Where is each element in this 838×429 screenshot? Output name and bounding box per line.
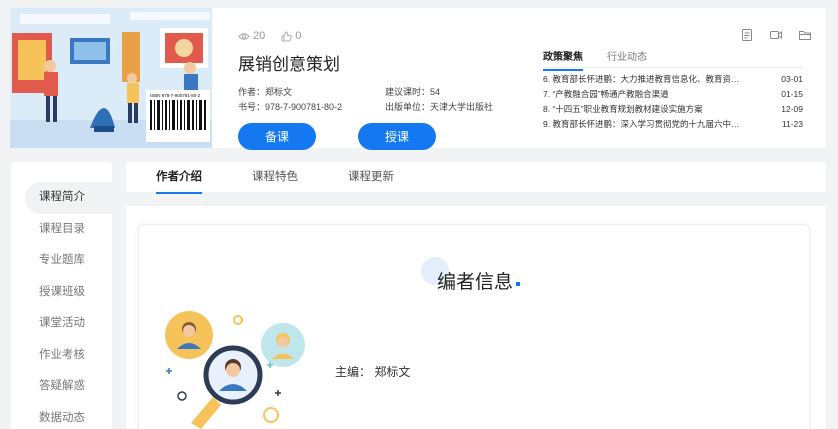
news-item-title: 9. 教育部长怀进鹏：深入学习贯彻党的十九届六中… — [543, 119, 740, 129]
tab-industry-news[interactable]: 行业动态 — [607, 48, 647, 63]
action-buttons: 备课 授课 — [238, 123, 538, 150]
sidebar-item-course-catalog[interactable]: 课程目录 — [11, 214, 112, 246]
teach-lesson-button[interactable]: 授课 — [358, 123, 436, 150]
section-title-text: 编者信息 — [437, 272, 514, 293]
notes-icon[interactable] — [740, 28, 754, 42]
likes-count: 0 — [295, 30, 302, 42]
video-icon[interactable] — [769, 28, 783, 42]
tab-author-intro[interactable]: 作者介绍 — [156, 162, 202, 194]
tab-course-features[interactable]: 课程特色 — [252, 162, 298, 192]
barcode-text: ISBN 978-7-900781-80-2 — [150, 93, 201, 98]
news-item-title: 7. “产教融合园”畅通产教融合渠道 — [543, 89, 669, 99]
news-item-title: 6. 教育部长怀进鹏：大力推进教育信息化、教育资… — [543, 74, 740, 84]
folder-icon[interactable] — [798, 28, 812, 42]
news-item-title: 8. “十四五”职业教育规划教材建设实施方案 — [543, 104, 703, 114]
news-panel: 政策聚焦 行业动态 6. 教育部长怀进鹏：大力推进教育信息化、教育资… 03-0… — [543, 48, 803, 132]
book-info-grid: 作者：郑标文 建议课时：54 书号：978-7-900781-80-2 出版单位… — [238, 86, 538, 114]
editor-name: 主编： 郑标文 — [335, 365, 411, 379]
news-tabs: 政策聚焦 行业动态 — [543, 48, 803, 71]
tab-policy-focus[interactable]: 政策聚焦 — [543, 48, 583, 71]
news-list: 6. 教育部长怀进鹏：大力推进教育信息化、教育资… 03-01 7. “产教融合… — [543, 72, 803, 132]
sidebar-item-qa[interactable]: 答疑解惑 — [11, 371, 112, 403]
book-hours: 建议课时：54 — [385, 87, 441, 97]
likes-stat[interactable]: 0 — [281, 30, 301, 42]
book-title: 展销创意策划 — [238, 55, 340, 74]
section-title: 编者信息 — [437, 267, 521, 294]
news-item[interactable]: 9. 教育部长怀进鹏：深入学习贯彻党的十九届六中… 11-23 — [543, 117, 803, 132]
main-content: 编者信息 主编： 郑标文 — [126, 206, 826, 429]
main-tabs: 作者介绍 课程特色 课程更新 — [126, 162, 826, 194]
book-cover-image: ISBN 978-7-900781-80-2 — [10, 8, 212, 148]
news-item[interactable]: 7. “产教融合园”畅通产教融合渠道 01-15 — [543, 87, 803, 102]
title-dot — [516, 282, 521, 286]
sidebar-item-course-intro[interactable]: 课程简介 — [25, 182, 112, 214]
eye-icon — [238, 32, 250, 40]
news-item-date: 01-15 — [781, 89, 803, 99]
news-item[interactable]: 8. “十四五”职业教育规划教材建设实施方案 12-09 — [543, 102, 803, 117]
book-publisher: 出版单位：天津大学出版社 — [385, 102, 494, 112]
news-item[interactable]: 6. 教育部长怀进鹏：大力推进教育信息化、教育资… 03-01 — [543, 72, 803, 87]
toolbar — [740, 28, 812, 42]
views-count: 20 — [253, 30, 266, 42]
sidebar: 课程简介 课程目录 专业题库 授课班级 课堂活动 作业考核 答疑解惑 数据动态 — [11, 162, 112, 429]
book-meta: 20 0 展销创意策划 作者：郑标文 建议课时：54 书号：978-7-9007… — [238, 28, 538, 150]
tab-course-updates[interactable]: 课程更新 — [348, 162, 394, 192]
editor-info-card: 编者信息 主编： 郑标文 — [138, 224, 810, 429]
news-item-date: 11-23 — [781, 119, 803, 129]
book-author: 作者：郑标文 — [238, 87, 293, 97]
editor-illustration — [165, 311, 305, 429]
sidebar-item-assignments[interactable]: 作业考核 — [11, 340, 112, 372]
sidebar-item-classes[interactable]: 授课班级 — [11, 277, 112, 309]
sidebar-item-class-activities[interactable]: 课堂活动 — [11, 308, 112, 340]
thumbs-up-icon — [281, 31, 292, 41]
prepare-lesson-button[interactable]: 备课 — [238, 123, 316, 150]
views-stat: 20 — [238, 30, 265, 42]
book-isbn: 书号：978-7-900781-80-2 — [238, 102, 343, 112]
sidebar-item-question-bank[interactable]: 专业题库 — [11, 245, 112, 277]
news-item-date: 03-01 — [781, 74, 803, 84]
course-header-card: ISBN 978-7-900781-80-2 20 0 展销创意策划 作者：郑标… — [10, 8, 826, 150]
news-item-date: 12-09 — [781, 104, 803, 114]
book-stats: 20 0 — [238, 28, 538, 44]
sidebar-item-data[interactable]: 数据动态 — [11, 403, 112, 429]
